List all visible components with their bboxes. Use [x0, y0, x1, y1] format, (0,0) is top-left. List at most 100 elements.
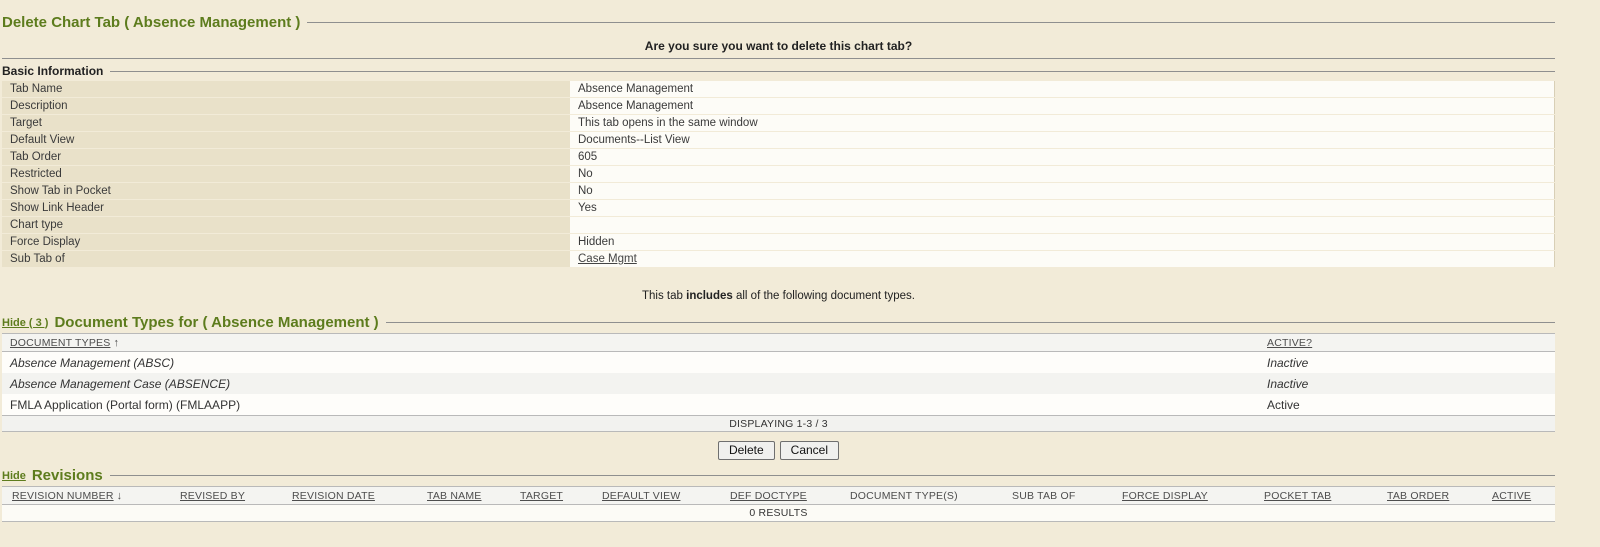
column-header-tab-name: TAB NAME: [427, 490, 520, 502]
table-row: Default View Documents--List View: [2, 132, 1555, 148]
delete-chart-tab-page: Delete Chart Tab ( Absence Management ) …: [0, 0, 1555, 522]
field-label: Chart type: [2, 217, 570, 233]
field-label: Description: [2, 98, 570, 114]
table-row: Description Absence Management: [2, 98, 1555, 114]
field-label: Sub Tab of: [2, 251, 570, 267]
table-row: Restricted No: [2, 166, 1555, 182]
revisions-rule: [110, 475, 1555, 476]
field-value: Case Mgmt: [570, 251, 1555, 267]
field-value: 605: [570, 149, 1555, 165]
doc-types-header-row: DOCUMENT TYPES↑ ACTIVE?: [2, 333, 1555, 352]
target-sort-link[interactable]: TARGET: [520, 490, 563, 502]
doc-type-active-status: Inactive: [1267, 377, 1555, 391]
field-value: [570, 217, 1555, 233]
column-header-revision-date: REVISION DATE: [292, 490, 427, 502]
revisions-title: Revisions: [32, 467, 103, 484]
sub-tab-of-link[interactable]: Case Mgmt: [578, 253, 637, 265]
action-buttons: Delete Cancel: [2, 441, 1555, 460]
active-sort-link[interactable]: ACTIVE?: [1267, 337, 1312, 349]
sort-descending-icon: ↓: [117, 490, 123, 502]
table-row: Force Display Hidden: [2, 234, 1555, 250]
hide-revisions-link[interactable]: Hide: [2, 470, 26, 482]
doc-type-active-status: Inactive: [1267, 356, 1555, 370]
document-types-column-label: DOCUMENT TYPE(S): [850, 490, 958, 502]
revision-number-sort-link[interactable]: REVISION NUMBER: [12, 490, 114, 502]
default-view-sort-link[interactable]: DEFAULT VIEW: [602, 490, 680, 502]
cancel-button[interactable]: Cancel: [780, 441, 839, 460]
column-header-active: ACTIVE?: [1267, 337, 1555, 349]
column-header-tab-order: TAB ORDER: [1387, 490, 1492, 502]
document-types-sort-link[interactable]: DOCUMENT TYPES: [10, 337, 110, 349]
table-row: Chart type: [2, 217, 1555, 233]
table-row: Target This tab opens in the same window: [2, 115, 1555, 131]
field-value: Documents--List View: [570, 132, 1555, 148]
field-value: Hidden: [570, 234, 1555, 250]
table-row: Absence Management (ABSC) Inactive: [2, 352, 1555, 373]
column-header-target: TARGET: [520, 490, 602, 502]
revisions-heading-row: Hide Revisions: [2, 467, 1555, 484]
column-header-default-view: DEFAULT VIEW: [602, 490, 730, 502]
page-title: Delete Chart Tab ( Absence Management ): [2, 14, 300, 31]
table-row: Tab Order 605: [2, 149, 1555, 165]
column-header-revision-number: REVISION NUMBER↓: [12, 490, 180, 502]
column-header-document-types: DOCUMENT TYPE(S): [850, 490, 1012, 502]
delete-button[interactable]: Delete: [718, 441, 775, 460]
column-header-pocket-tab: POCKET TAB: [1264, 490, 1387, 502]
note-text: all of the following document types.: [733, 290, 915, 302]
field-label: Tab Order: [2, 149, 570, 165]
hide-doc-types-link[interactable]: Hide ( 3 ): [2, 317, 48, 329]
field-label: Show Tab in Pocket: [2, 183, 570, 199]
revised-by-sort-link[interactable]: REVISED BY: [180, 490, 245, 502]
basic-info-rule: [110, 71, 1555, 72]
page-title-row: Delete Chart Tab ( Absence Management ): [2, 0, 1555, 31]
field-label: Show Link Header: [2, 200, 570, 216]
note-text: This tab: [642, 290, 686, 302]
confirm-question: Are you sure you want to delete this cha…: [2, 39, 1555, 53]
revision-date-sort-link[interactable]: REVISION DATE: [292, 490, 375, 502]
basic-info-title: Basic Information: [2, 64, 103, 78]
field-value: Absence Management: [570, 98, 1555, 114]
column-header-force-display: FORCE DISPLAY: [1122, 490, 1264, 502]
divider: [2, 58, 1555, 59]
table-row: Absence Management Case (ABSENCE) Inacti…: [2, 373, 1555, 394]
basic-info-heading-row: Basic Information: [2, 64, 1555, 78]
def-doctype-sort-link[interactable]: DEF DOCTYPE: [730, 490, 807, 502]
table-row: Show Tab in Pocket No: [2, 183, 1555, 199]
sub-tab-of-column-label: SUB TAB OF: [1012, 490, 1075, 502]
field-label: Restricted: [2, 166, 570, 182]
note-bold-text: includes: [686, 290, 733, 302]
doc-types-title: Document Types for ( Absence Management …: [54, 314, 378, 331]
field-label: Target: [2, 115, 570, 131]
doc-types-table: Absence Management (ABSC) Inactive Absen…: [2, 352, 1555, 415]
table-row: Tab Name Absence Management: [2, 81, 1555, 97]
doc-type-active-status: Active: [1267, 398, 1555, 412]
doc-types-rule: [386, 322, 1555, 323]
column-header-document-types: DOCUMENT TYPES↑: [2, 337, 1267, 349]
force-display-sort-link[interactable]: FORCE DISPLAY: [1122, 490, 1208, 502]
column-header-revised-by: REVISED BY: [180, 490, 292, 502]
tab-order-sort-link[interactable]: TAB ORDER: [1387, 490, 1449, 502]
field-label: Default View: [2, 132, 570, 148]
paging-status: DISPLAYING 1-3 / 3: [2, 415, 1555, 432]
pocket-tab-sort-link[interactable]: POCKET TAB: [1264, 490, 1331, 502]
title-rule: [307, 22, 1555, 23]
doc-type-name: Absence Management Case (ABSENCE): [2, 377, 1267, 391]
doc-types-note: This tab includes all of the following d…: [2, 290, 1555, 302]
table-row: Sub Tab of Case Mgmt: [2, 251, 1555, 267]
revisions-empty-status: 0 RESULTS: [2, 505, 1555, 522]
field-value: No: [570, 166, 1555, 182]
doc-type-name: Absence Management (ABSC): [2, 356, 1267, 370]
table-row: Show Link Header Yes: [2, 200, 1555, 216]
column-header-sub-tab-of: SUB TAB OF: [1012, 490, 1122, 502]
field-label: Force Display: [2, 234, 570, 250]
revisions-header-row: REVISION NUMBER↓ REVISED BY REVISION DAT…: [2, 486, 1555, 505]
field-value: Absence Management: [570, 81, 1555, 97]
tab-name-sort-link[interactable]: TAB NAME: [427, 490, 482, 502]
active-sort-link[interactable]: ACTIVE: [1492, 490, 1531, 502]
column-header-def-doctype: DEF DOCTYPE: [730, 490, 850, 502]
field-value: No: [570, 183, 1555, 199]
doc-type-name: FMLA Application (Portal form) (FMLAAPP): [2, 398, 1267, 412]
basic-info-table: Tab Name Absence Management Description …: [2, 81, 1555, 267]
table-row: FMLA Application (Portal form) (FMLAAPP)…: [2, 394, 1555, 415]
column-header-active: ACTIVE: [1492, 490, 1555, 502]
